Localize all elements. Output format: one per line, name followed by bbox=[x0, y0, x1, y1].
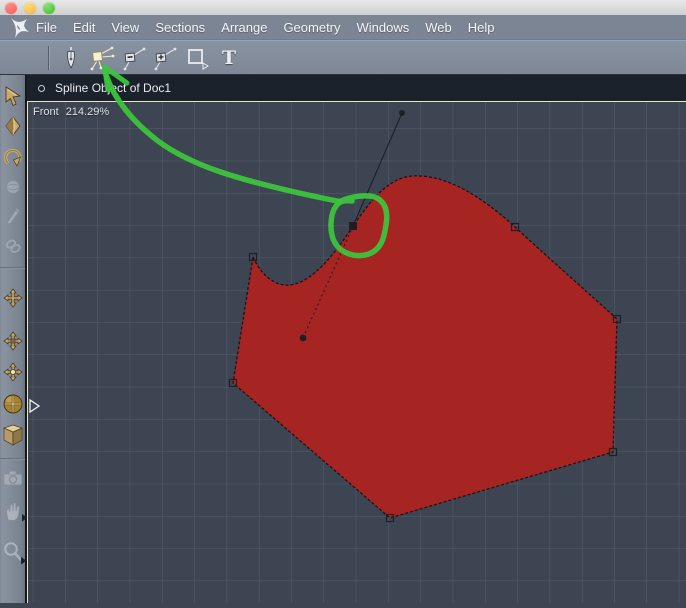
viewport: Spline Object of Doc1 Front 214.29% bbox=[27, 75, 686, 603]
viewport-header[interactable]: Spline Object of Doc1 bbox=[27, 75, 686, 101]
point-edit-tool-button[interactable] bbox=[87, 44, 115, 72]
link-icon bbox=[5, 239, 21, 253]
view-name-label: Front bbox=[33, 106, 59, 118]
link-tool-disabled bbox=[1, 234, 24, 258]
pen-icon bbox=[67, 47, 75, 69]
menu-geometry[interactable]: Geometry bbox=[283, 20, 340, 35]
sphere-icon bbox=[5, 180, 20, 194]
move-axis-tool[interactable] bbox=[1, 329, 24, 353]
spline-toolbar: T bbox=[0, 40, 686, 75]
menu-help[interactable]: Help bbox=[468, 20, 495, 35]
menu-windows[interactable]: Windows bbox=[357, 20, 410, 35]
pan-hand-tool-disabled bbox=[1, 499, 24, 523]
box-view-icon bbox=[2, 424, 23, 446]
zoom-magnifier-tool-disabled bbox=[1, 540, 24, 564]
point-edit-icon bbox=[90, 46, 115, 71]
rotate-icon bbox=[3, 148, 21, 167]
tangent-handle-lower[interactable] bbox=[299, 334, 307, 342]
pen-tool-button[interactable] bbox=[57, 44, 85, 72]
close-window-button[interactable] bbox=[5, 2, 17, 14]
control-point-selected[interactable] bbox=[349, 222, 357, 230]
knife-tool-disabled bbox=[1, 203, 24, 227]
select-arrow-icon bbox=[5, 86, 21, 107]
move-sphere-tool[interactable] bbox=[1, 392, 24, 416]
view-info: Front 214.29% bbox=[33, 106, 109, 118]
move-tool[interactable] bbox=[1, 286, 24, 310]
delete-point-tool-button[interactable] bbox=[119, 44, 147, 72]
camera-tool-disabled bbox=[1, 466, 24, 490]
menu-web[interactable]: Web bbox=[425, 20, 452, 35]
move-snap-tool[interactable] bbox=[1, 360, 24, 384]
move-cross-icon bbox=[2, 288, 23, 308]
sidebar-divider bbox=[0, 267, 25, 269]
menu-bar: File Edit View Sections Arrange Geometry… bbox=[0, 15, 686, 40]
hand-icon bbox=[5, 502, 20, 521]
move-snap-icon bbox=[2, 362, 23, 382]
text-tool-icon: T bbox=[221, 46, 237, 69]
spline-scene bbox=[28, 102, 686, 603]
toolbar-divider bbox=[48, 46, 49, 70]
menu-file[interactable]: File bbox=[36, 20, 57, 35]
app-logo-icon bbox=[11, 18, 29, 38]
rotate-tool[interactable] bbox=[1, 145, 24, 169]
sidebar-divider bbox=[0, 458, 25, 460]
menu-arrange[interactable]: Arrange bbox=[221, 20, 267, 35]
rectangle-tool-button[interactable] bbox=[183, 44, 211, 72]
tool-sidebar bbox=[0, 75, 27, 603]
menu-view[interactable]: View bbox=[111, 20, 139, 35]
camera-icon bbox=[3, 470, 22, 486]
select-arrow-tool[interactable] bbox=[1, 84, 24, 108]
sphere-tool-disabled bbox=[1, 175, 24, 199]
menu-sections[interactable]: Sections bbox=[155, 20, 205, 35]
move-axis-icon bbox=[2, 331, 23, 351]
move-sphere-icon bbox=[3, 394, 22, 414]
delete-point-icon bbox=[123, 47, 146, 71]
box-view-tool[interactable] bbox=[1, 424, 24, 448]
knife-icon bbox=[5, 207, 20, 225]
viewport-canvas[interactable]: Front 214.29% bbox=[27, 101, 686, 603]
text-tool-button[interactable]: T bbox=[215, 44, 243, 72]
window-titlebar bbox=[0, 0, 686, 15]
lasso-select-icon bbox=[4, 116, 21, 136]
application-window: File Edit View Sections Arrange Geometry… bbox=[0, 0, 686, 603]
zoom-window-button[interactable] bbox=[43, 2, 55, 14]
zoom-level-label: 214.29% bbox=[65, 106, 110, 118]
menu-edit[interactable]: Edit bbox=[73, 20, 95, 35]
minimize-window-button[interactable] bbox=[24, 2, 36, 14]
lasso-select-tool[interactable] bbox=[1, 114, 24, 138]
tangent-handle-upper[interactable] bbox=[399, 110, 405, 116]
add-point-icon bbox=[154, 47, 177, 71]
magnifier-icon bbox=[3, 542, 22, 561]
main-area: Spline Object of Doc1 Front 214.29% bbox=[0, 75, 686, 603]
viewport-state-icon bbox=[38, 84, 45, 92]
viewport-title: Spline Object of Doc1 bbox=[55, 81, 172, 95]
rectangle-icon bbox=[188, 49, 209, 70]
add-point-tool-button[interactable] bbox=[150, 44, 178, 72]
